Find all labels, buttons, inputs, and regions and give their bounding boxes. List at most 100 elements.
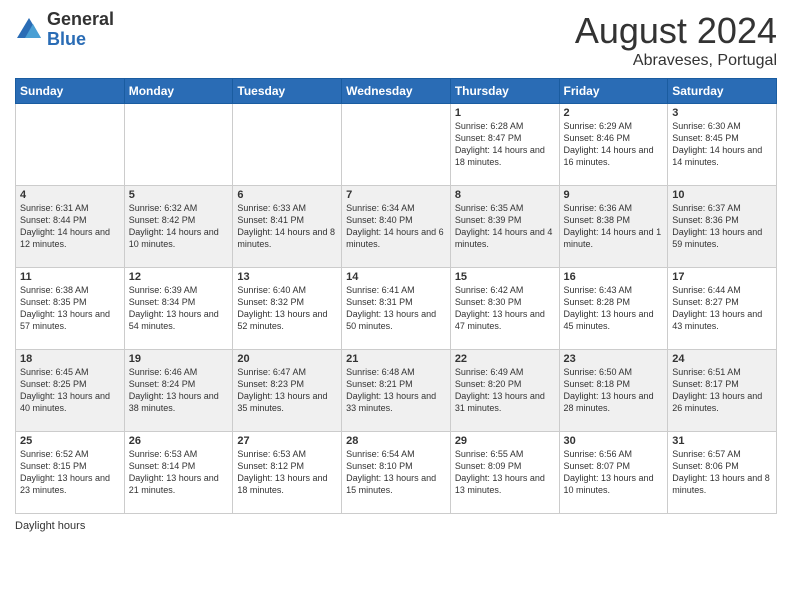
day-number: 15 xyxy=(455,271,555,283)
day-number: 9 xyxy=(564,189,664,201)
day-info: Sunrise: 6:34 AM Sunset: 8:40 PM Dayligh… xyxy=(346,202,446,251)
day-number: 29 xyxy=(455,435,555,447)
day-of-week-header: Friday xyxy=(559,79,668,104)
calendar-cell: 27Sunrise: 6:53 AM Sunset: 8:12 PM Dayli… xyxy=(233,432,342,514)
day-info: Sunrise: 6:33 AM Sunset: 8:41 PM Dayligh… xyxy=(237,202,337,251)
calendar-cell: 1Sunrise: 6:28 AM Sunset: 8:47 PM Daylig… xyxy=(450,104,559,186)
day-number: 14 xyxy=(346,271,446,283)
day-number: 25 xyxy=(20,435,120,447)
location: Abraveses, Portugal xyxy=(575,52,777,70)
calendar-cell: 5Sunrise: 6:32 AM Sunset: 8:42 PM Daylig… xyxy=(124,186,233,268)
day-info: Sunrise: 6:47 AM Sunset: 8:23 PM Dayligh… xyxy=(237,366,337,415)
calendar-cell: 31Sunrise: 6:57 AM Sunset: 8:06 PM Dayli… xyxy=(668,432,777,514)
logo: General Blue xyxy=(15,10,114,50)
calendar-week-row: 25Sunrise: 6:52 AM Sunset: 8:15 PM Dayli… xyxy=(16,432,777,514)
day-number: 21 xyxy=(346,353,446,365)
calendar-cell: 6Sunrise: 6:33 AM Sunset: 8:41 PM Daylig… xyxy=(233,186,342,268)
day-info: Sunrise: 6:52 AM Sunset: 8:15 PM Dayligh… xyxy=(20,448,120,497)
calendar-cell: 28Sunrise: 6:54 AM Sunset: 8:10 PM Dayli… xyxy=(342,432,451,514)
day-number: 5 xyxy=(129,189,229,201)
day-info: Sunrise: 6:32 AM Sunset: 8:42 PM Dayligh… xyxy=(129,202,229,251)
day-number: 11 xyxy=(20,271,120,283)
calendar-cell: 22Sunrise: 6:49 AM Sunset: 8:20 PM Dayli… xyxy=(450,350,559,432)
calendar-cell: 30Sunrise: 6:56 AM Sunset: 8:07 PM Dayli… xyxy=(559,432,668,514)
day-number: 12 xyxy=(129,271,229,283)
calendar-cell: 25Sunrise: 6:52 AM Sunset: 8:15 PM Dayli… xyxy=(16,432,125,514)
legend: Daylight hours xyxy=(15,520,777,532)
page: General Blue August 2024 Abraveses, Port… xyxy=(0,0,792,612)
day-number: 6 xyxy=(237,189,337,201)
calendar-cell: 16Sunrise: 6:43 AM Sunset: 8:28 PM Dayli… xyxy=(559,268,668,350)
calendar-week-row: 18Sunrise: 6:45 AM Sunset: 8:25 PM Dayli… xyxy=(16,350,777,432)
day-number: 3 xyxy=(672,107,772,119)
calendar-cell: 4Sunrise: 6:31 AM Sunset: 8:44 PM Daylig… xyxy=(16,186,125,268)
day-info: Sunrise: 6:41 AM Sunset: 8:31 PM Dayligh… xyxy=(346,284,446,333)
day-number: 30 xyxy=(564,435,664,447)
calendar-cell xyxy=(16,104,125,186)
calendar-header-row: SundayMondayTuesdayWednesdayThursdayFrid… xyxy=(16,79,777,104)
day-of-week-header: Saturday xyxy=(668,79,777,104)
calendar-cell: 11Sunrise: 6:38 AM Sunset: 8:35 PM Dayli… xyxy=(16,268,125,350)
day-number: 22 xyxy=(455,353,555,365)
day-number: 27 xyxy=(237,435,337,447)
day-info: Sunrise: 6:35 AM Sunset: 8:39 PM Dayligh… xyxy=(455,202,555,251)
day-info: Sunrise: 6:53 AM Sunset: 8:14 PM Dayligh… xyxy=(129,448,229,497)
calendar-cell: 9Sunrise: 6:36 AM Sunset: 8:38 PM Daylig… xyxy=(559,186,668,268)
calendar-cell: 7Sunrise: 6:34 AM Sunset: 8:40 PM Daylig… xyxy=(342,186,451,268)
day-info: Sunrise: 6:30 AM Sunset: 8:45 PM Dayligh… xyxy=(672,120,772,169)
calendar-cell: 24Sunrise: 6:51 AM Sunset: 8:17 PM Dayli… xyxy=(668,350,777,432)
calendar-week-row: 1Sunrise: 6:28 AM Sunset: 8:47 PM Daylig… xyxy=(16,104,777,186)
day-info: Sunrise: 6:39 AM Sunset: 8:34 PM Dayligh… xyxy=(129,284,229,333)
day-info: Sunrise: 6:29 AM Sunset: 8:46 PM Dayligh… xyxy=(564,120,664,169)
day-info: Sunrise: 6:51 AM Sunset: 8:17 PM Dayligh… xyxy=(672,366,772,415)
day-info: Sunrise: 6:40 AM Sunset: 8:32 PM Dayligh… xyxy=(237,284,337,333)
day-number: 20 xyxy=(237,353,337,365)
day-info: Sunrise: 6:56 AM Sunset: 8:07 PM Dayligh… xyxy=(564,448,664,497)
day-number: 7 xyxy=(346,189,446,201)
day-info: Sunrise: 6:36 AM Sunset: 8:38 PM Dayligh… xyxy=(564,202,664,251)
calendar-cell xyxy=(124,104,233,186)
calendar-cell: 21Sunrise: 6:48 AM Sunset: 8:21 PM Dayli… xyxy=(342,350,451,432)
day-info: Sunrise: 6:31 AM Sunset: 8:44 PM Dayligh… xyxy=(20,202,120,251)
logo-text: General Blue xyxy=(47,10,114,50)
daylight-hours-label: Daylight hours xyxy=(15,520,85,532)
calendar-cell: 29Sunrise: 6:55 AM Sunset: 8:09 PM Dayli… xyxy=(450,432,559,514)
day-number: 18 xyxy=(20,353,120,365)
day-of-week-header: Wednesday xyxy=(342,79,451,104)
calendar-cell: 15Sunrise: 6:42 AM Sunset: 8:30 PM Dayli… xyxy=(450,268,559,350)
calendar-cell: 3Sunrise: 6:30 AM Sunset: 8:45 PM Daylig… xyxy=(668,104,777,186)
day-info: Sunrise: 6:43 AM Sunset: 8:28 PM Dayligh… xyxy=(564,284,664,333)
calendar-cell: 2Sunrise: 6:29 AM Sunset: 8:46 PM Daylig… xyxy=(559,104,668,186)
calendar-cell: 14Sunrise: 6:41 AM Sunset: 8:31 PM Dayli… xyxy=(342,268,451,350)
month-title: August 2024 xyxy=(575,10,777,52)
calendar-cell xyxy=(233,104,342,186)
day-info: Sunrise: 6:54 AM Sunset: 8:10 PM Dayligh… xyxy=(346,448,446,497)
day-info: Sunrise: 6:37 AM Sunset: 8:36 PM Dayligh… xyxy=(672,202,772,251)
calendar-cell: 20Sunrise: 6:47 AM Sunset: 8:23 PM Dayli… xyxy=(233,350,342,432)
day-info: Sunrise: 6:50 AM Sunset: 8:18 PM Dayligh… xyxy=(564,366,664,415)
day-number: 31 xyxy=(672,435,772,447)
calendar-cell: 13Sunrise: 6:40 AM Sunset: 8:32 PM Dayli… xyxy=(233,268,342,350)
day-info: Sunrise: 6:48 AM Sunset: 8:21 PM Dayligh… xyxy=(346,366,446,415)
day-of-week-header: Thursday xyxy=(450,79,559,104)
day-number: 2 xyxy=(564,107,664,119)
logo-general-text: General xyxy=(47,10,114,30)
header: General Blue August 2024 Abraveses, Port… xyxy=(15,10,777,70)
calendar-cell xyxy=(342,104,451,186)
day-info: Sunrise: 6:44 AM Sunset: 8:27 PM Dayligh… xyxy=(672,284,772,333)
day-number: 4 xyxy=(20,189,120,201)
day-info: Sunrise: 6:55 AM Sunset: 8:09 PM Dayligh… xyxy=(455,448,555,497)
day-number: 23 xyxy=(564,353,664,365)
day-number: 19 xyxy=(129,353,229,365)
calendar-cell: 26Sunrise: 6:53 AM Sunset: 8:14 PM Dayli… xyxy=(124,432,233,514)
day-number: 17 xyxy=(672,271,772,283)
calendar-cell: 17Sunrise: 6:44 AM Sunset: 8:27 PM Dayli… xyxy=(668,268,777,350)
day-number: 10 xyxy=(672,189,772,201)
calendar-cell: 12Sunrise: 6:39 AM Sunset: 8:34 PM Dayli… xyxy=(124,268,233,350)
calendar-cell: 18Sunrise: 6:45 AM Sunset: 8:25 PM Dayli… xyxy=(16,350,125,432)
calendar-cell: 23Sunrise: 6:50 AM Sunset: 8:18 PM Dayli… xyxy=(559,350,668,432)
day-info: Sunrise: 6:28 AM Sunset: 8:47 PM Dayligh… xyxy=(455,120,555,169)
title-block: August 2024 Abraveses, Portugal xyxy=(575,10,777,70)
day-number: 1 xyxy=(455,107,555,119)
day-number: 26 xyxy=(129,435,229,447)
